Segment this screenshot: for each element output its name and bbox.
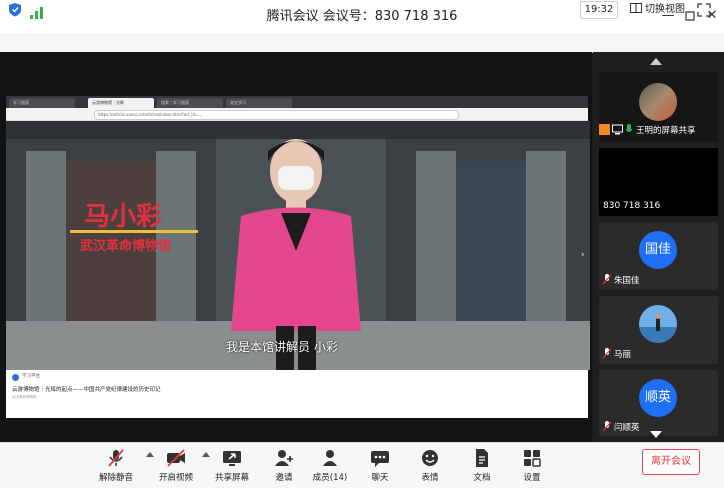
reactions-button[interactable]: 表情 bbox=[404, 446, 456, 484]
switch-view-button[interactable]: 切换视图 bbox=[630, 1, 686, 19]
browser-tab: 党史学习 bbox=[226, 98, 292, 108]
share-screen-button[interactable]: 共享屏幕 bbox=[206, 446, 258, 484]
screen-share-icon bbox=[612, 124, 623, 135]
chat-icon bbox=[371, 451, 389, 467]
shield-icon[interactable] bbox=[8, 2, 22, 17]
switch-view-label: 切换视图 bbox=[645, 4, 685, 15]
participant-name: 朱国佳 bbox=[614, 276, 640, 286]
chevron-right-icon[interactable]: › bbox=[581, 250, 589, 262]
host-icon bbox=[599, 124, 610, 135]
browser-tab-active: 云游博物馆｜光辉 bbox=[88, 98, 154, 108]
avatar bbox=[639, 83, 677, 121]
avatar bbox=[639, 305, 677, 343]
share-screen-icon bbox=[223, 451, 241, 466]
invite-label: 邀请 bbox=[275, 473, 293, 483]
participant-namebar: 王明的屏幕共享 bbox=[599, 124, 718, 139]
leave-meeting-button[interactable]: 离开会议 bbox=[642, 449, 700, 475]
settings-button[interactable]: 设置 bbox=[506, 446, 558, 484]
article-source: 学习平台 bbox=[22, 374, 40, 379]
start-video-button[interactable]: 开启视频 bbox=[150, 446, 202, 484]
fullscreen-icon[interactable] bbox=[697, 2, 711, 17]
article-meta: 武汉革命博物馆 bbox=[12, 395, 37, 399]
members-icon bbox=[323, 450, 337, 466]
emoji-icon bbox=[422, 450, 438, 466]
participant-name: 闫顺英 bbox=[614, 423, 640, 433]
article-title: 云游博物馆｜光辉的起点——中国共产党纪律建设的历史印记 bbox=[12, 387, 161, 393]
museum-name-overlay: 武汉革命博物馆 bbox=[80, 239, 172, 254]
grid-view-icon bbox=[630, 3, 642, 13]
meeting-id-label: 830 718 316 bbox=[603, 201, 661, 211]
documents-button[interactable]: 文档 bbox=[456, 446, 508, 484]
microphone-on-icon bbox=[625, 124, 633, 135]
invite-button[interactable]: 邀请 bbox=[258, 446, 310, 484]
add-user-icon bbox=[275, 450, 293, 466]
avatar: 国佳 bbox=[639, 231, 677, 269]
members-button[interactable]: 成员(14) bbox=[304, 446, 356, 484]
signal-icon bbox=[30, 4, 44, 19]
settings-label: 设置 bbox=[523, 473, 541, 483]
microphone-muted-icon bbox=[602, 421, 612, 432]
meeting-timer: 19:32 bbox=[580, 1, 618, 19]
microphone-muted-icon bbox=[108, 449, 124, 467]
unmute-button[interactable]: 解除静音 bbox=[90, 446, 142, 484]
status-bar bbox=[0, 33, 724, 53]
members-label: 成员(14) bbox=[312, 473, 348, 483]
settings-grid-icon bbox=[524, 450, 541, 467]
browser-tab: 学习强国 bbox=[9, 98, 75, 108]
participant-name: 王明的屏幕共享 bbox=[636, 126, 696, 136]
document-icon bbox=[476, 449, 488, 467]
chat-label: 聊天 bbox=[371, 473, 389, 483]
start-video-label: 开启视频 bbox=[158, 473, 193, 483]
chat-button[interactable]: 聊天 bbox=[354, 446, 406, 484]
speaker-name-overlay: 马小彩 bbox=[84, 202, 163, 232]
microphone-muted-icon bbox=[602, 348, 612, 359]
microphone-muted-icon bbox=[602, 274, 612, 285]
participant-namebar: 马丽 bbox=[599, 348, 718, 363]
avatar: 顺英 bbox=[639, 379, 677, 417]
documents-label: 文档 bbox=[473, 473, 491, 483]
share-screen-label: 共享屏幕 bbox=[214, 473, 249, 483]
overlay-divider bbox=[70, 230, 198, 233]
unmute-label: 解除静音 bbox=[98, 473, 133, 483]
article-panel bbox=[6, 370, 588, 418]
browser-address-bar: https://article.xuexi.cn/articles/index.… bbox=[94, 110, 459, 120]
source-logo-icon bbox=[12, 374, 19, 381]
participant-namebar: 朱国佳 bbox=[599, 274, 718, 289]
scroll-up-icon[interactable] bbox=[650, 58, 662, 65]
participant-name: 马丽 bbox=[614, 350, 632, 360]
video-caption: 我是本馆讲解员 小彩 bbox=[226, 340, 338, 354]
browser-tab: 搜索｜学习强国 bbox=[157, 98, 223, 108]
camera-off-icon bbox=[167, 449, 185, 467]
scroll-down-icon[interactable] bbox=[650, 431, 662, 438]
reactions-label: 表情 bbox=[421, 473, 439, 483]
